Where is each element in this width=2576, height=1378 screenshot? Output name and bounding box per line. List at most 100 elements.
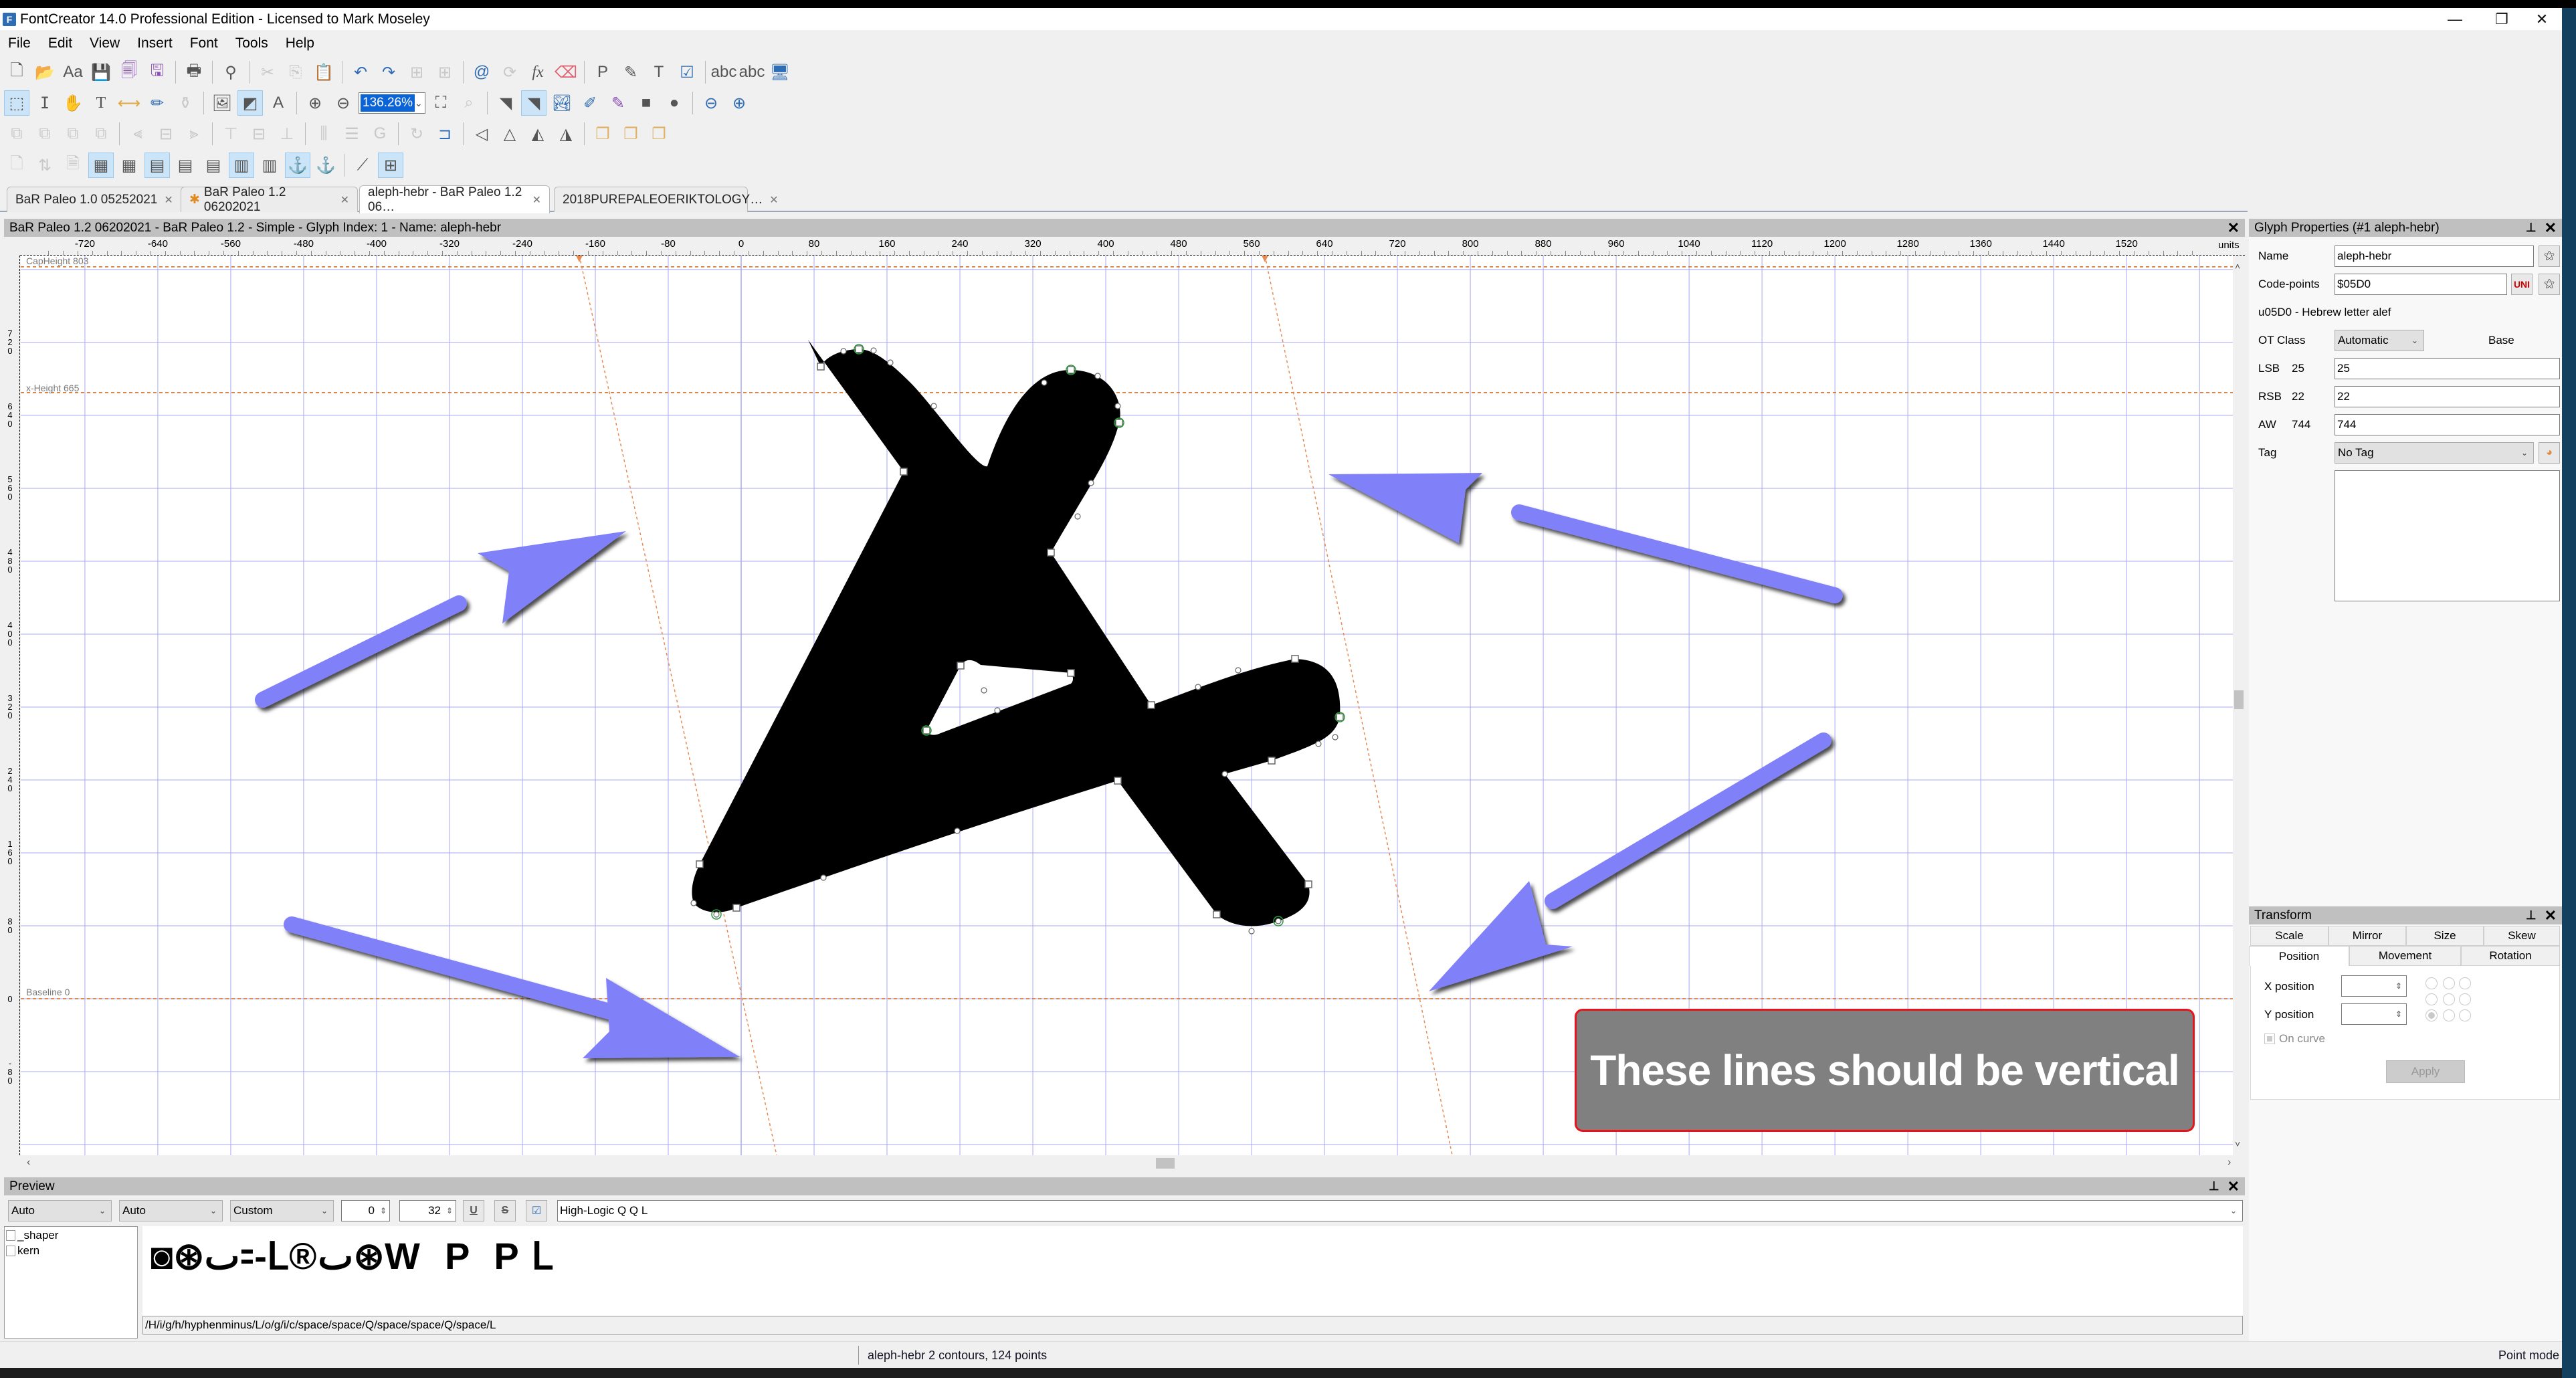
previous-glyph-icon[interactable]: ⊖ (698, 90, 724, 116)
off-curve-point[interactable] (1094, 373, 1101, 379)
on-curve-point[interactable] (1304, 880, 1312, 888)
on-curve-point[interactable] (922, 726, 930, 734)
preview-script-select[interactable]: Auto ⌄ (8, 1200, 112, 1221)
on-curve-point[interactable] (1147, 701, 1155, 709)
rectangle-icon[interactable]: ■ (633, 90, 659, 116)
distribute-h-icon[interactable]: ⫼ (311, 121, 336, 146)
name-field[interactable]: aleph-hebr (2335, 245, 2534, 267)
on-curve-point[interactable] (1067, 669, 1075, 677)
menu-font[interactable]: Font (190, 35, 218, 52)
lsb-marker[interactable] (576, 256, 583, 262)
on-curve-point[interactable] (957, 662, 965, 670)
anchor-icon[interactable]: ⚓ (285, 153, 310, 178)
flip-left-icon[interactable]: ◁ (469, 121, 494, 146)
web-check-icon[interactable]: abc (739, 60, 765, 85)
align-center-icon[interactable]: ⊟ (153, 121, 179, 146)
scroll-right-icon[interactable]: › (2227, 1157, 2231, 1169)
snap-guidelines-icon[interactable]: ▤ (173, 153, 198, 178)
save-icon[interactable]: 💾 (88, 60, 114, 85)
lock-anchor-icon[interactable]: ⚓ (313, 153, 338, 178)
menu-view[interactable]: View (90, 35, 120, 52)
glyph-outline[interactable] (692, 340, 1341, 926)
off-curve-point[interactable] (820, 874, 827, 881)
magic-wand-icon[interactable]: ⚝ (2539, 274, 2560, 295)
origin-radio-top-center[interactable] (2443, 977, 2455, 989)
bring-front-icon[interactable]: ❐ (590, 121, 615, 146)
close-editor-icon[interactable]: ✕ (2227, 219, 2240, 237)
tab-movement[interactable]: Movement (2349, 946, 2461, 966)
y-position-input[interactable]: ⇕ (2341, 1003, 2407, 1025)
menu-tools[interactable]: Tools (235, 35, 268, 52)
kerning-icon[interactable]: ⊞ (378, 153, 403, 178)
spinner-icon[interactable]: ⇕ (2395, 981, 2402, 991)
tag-color-icon[interactable]: ◕ (2539, 442, 2560, 464)
align-middle-icon[interactable]: ⊟ (246, 121, 272, 146)
scroll-left-icon[interactable]: ‹ (27, 1157, 30, 1169)
horizontal-scrollbar[interactable]: ‹ › (20, 1155, 2245, 1171)
feature-checkbox[interactable] (6, 1246, 15, 1256)
on-curve-point[interactable] (1067, 366, 1075, 374)
control-points-icon[interactable]: ⟋ (350, 153, 375, 178)
ellipse-icon[interactable]: ● (662, 90, 687, 116)
spell-check-icon[interactable]: abc (711, 60, 737, 85)
show-filled-icon[interactable]: ◥ (493, 90, 518, 116)
link-icon[interactable]: @ (469, 60, 494, 85)
grid-icon[interactable]: ▦ (88, 153, 114, 178)
install-font-icon[interactable]: 🖥 (767, 60, 793, 85)
close-panel-icon[interactable]: ✕ (2545, 907, 2557, 924)
close-tab-icon[interactable]: ✕ (340, 193, 349, 207)
undo-icon[interactable]: ↶ (348, 60, 373, 85)
new-font-icon[interactable]: 🗋 (4, 60, 29, 85)
lasso-tool-icon[interactable]: ⵊ (32, 90, 58, 116)
glyph-component-icon[interactable]: G (367, 121, 393, 146)
on-curve-point[interactable] (817, 363, 825, 371)
glyph-string-field[interactable]: /H/i/g/h/hyphenminus/L/o/g/i/c/space/spa… (142, 1316, 2243, 1335)
fill-tool-icon[interactable]: ⚱ (173, 90, 198, 116)
menu-help[interactable]: Help (286, 35, 314, 52)
print-icon[interactable]: 🖶 (181, 60, 207, 85)
feature-item-shaper[interactable]: _shaper (6, 1229, 136, 1242)
rsb-field[interactable]: 22 (2335, 386, 2560, 407)
close-tab-icon[interactable]: ✕ (532, 193, 541, 207)
pin-icon[interactable]: ⊥ (2526, 908, 2537, 922)
tab-rotation[interactable]: Rotation (2461, 946, 2560, 966)
align-top-icon[interactable]: ⊤ (218, 121, 243, 146)
fit-to-window-icon[interactable]: ⛶ (428, 90, 454, 116)
copy-icon[interactable]: ⎘ (283, 60, 308, 85)
menu-file[interactable]: File (8, 35, 31, 52)
rotate-left-icon[interactable]: ◭ (525, 121, 551, 146)
glyph-contour-outer[interactable] (692, 340, 1341, 926)
hand-tool-icon[interactable]: ✋ (60, 90, 86, 116)
on-curve-point[interactable] (1291, 655, 1299, 663)
off-curve-point[interactable] (1114, 403, 1121, 409)
preview-language-select[interactable]: Auto ⌄ (119, 1200, 223, 1221)
tab-mirror[interactable]: Mirror (2329, 926, 2406, 946)
union-icon[interactable]: ⧉ (4, 121, 29, 146)
edit-icon[interactable]: ✎ (618, 60, 643, 85)
on-curve-point[interactable] (1268, 757, 1276, 765)
image-zoom-icon[interactable]: 🖼 (209, 90, 235, 116)
preview-size-spin[interactable]: 32 ⇕ (399, 1200, 456, 1221)
origin-radio-middle-right[interactable] (2459, 993, 2471, 1005)
close-window-button[interactable]: ✕ (2522, 8, 2562, 30)
tab-bar-paleo-1-0[interactable]: BaR Paleo 1.0 05252021 ✕ (7, 187, 187, 212)
align-left-icon[interactable]: ⫷ (125, 121, 151, 146)
origin-radio-top-right[interactable] (2459, 977, 2471, 989)
subtract-icon[interactable]: ⧉ (60, 121, 86, 146)
guidelines-icon[interactable]: ▤ (144, 153, 170, 178)
export-icon[interactable]: 🗎 (60, 153, 86, 178)
font-properties-icon[interactable]: P (590, 60, 615, 85)
exclude-icon[interactable]: ⧉ (88, 121, 114, 146)
intersect-icon[interactable]: ⧉ (32, 121, 58, 146)
x-position-input[interactable]: ⇕ (2341, 975, 2407, 997)
on-curve-point[interactable] (1115, 419, 1123, 427)
off-curve-point[interactable] (1221, 771, 1228, 777)
pen-tool-icon[interactable]: ✏ (144, 90, 170, 116)
spinner-icon[interactable]: ⇕ (446, 1206, 453, 1215)
aw-field[interactable]: 744 (2335, 414, 2560, 435)
off-curve-point[interactable] (1248, 928, 1255, 934)
zoom-out-icon[interactable]: ⊖ (330, 90, 356, 116)
zoom-in-icon[interactable]: ⊕ (302, 90, 328, 116)
apply-button[interactable]: Apply (2386, 1060, 2465, 1083)
measure-tool-icon[interactable]: ⟷ (116, 90, 142, 116)
